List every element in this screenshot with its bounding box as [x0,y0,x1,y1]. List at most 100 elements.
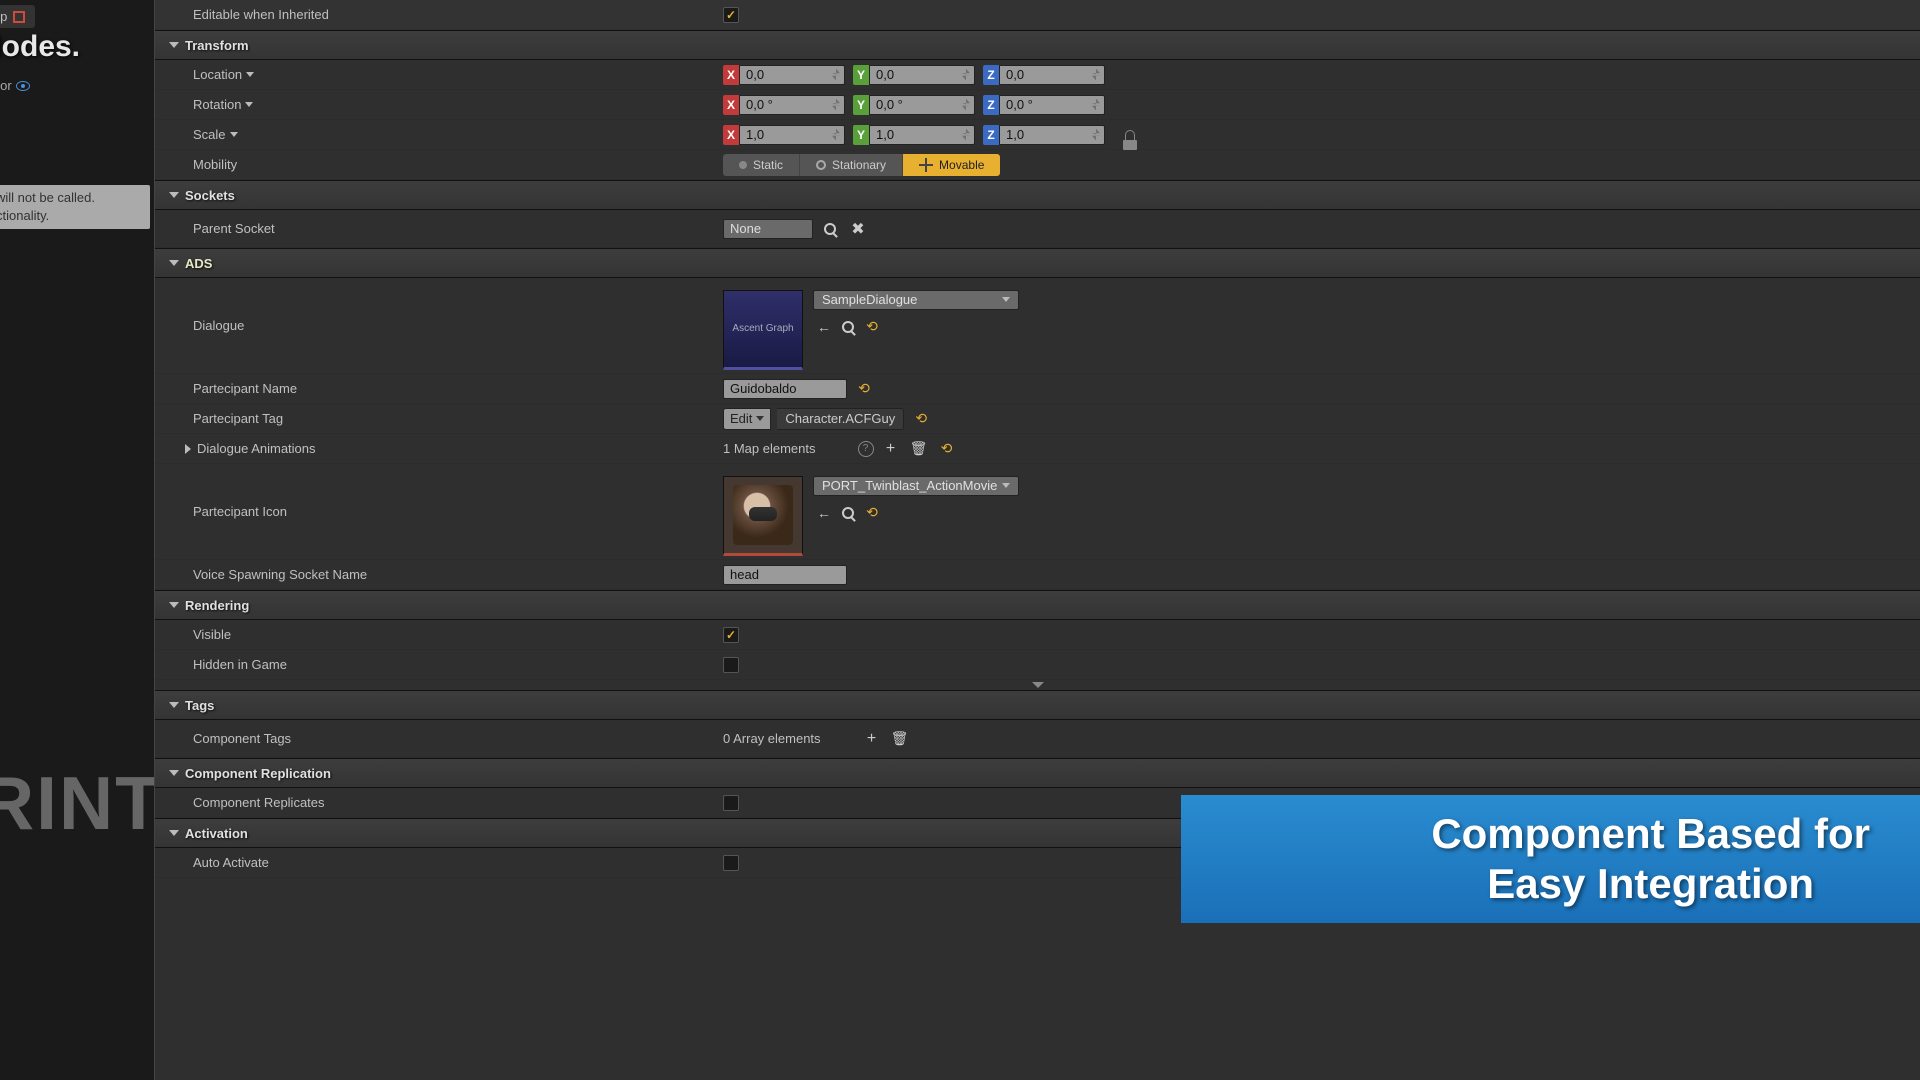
hidden-in-game-checkbox[interactable] [723,657,739,673]
section-rendering[interactable]: Rendering [155,590,1920,620]
section-sockets-label: Sockets [185,188,235,203]
section-transform-label: Transform [185,38,249,53]
dropdown-icon[interactable] [246,72,254,77]
chevron-down-icon [169,260,179,266]
reset-button[interactable]: ⟲ [861,502,883,524]
map-elements-count: 1 Map elements [723,441,816,456]
dropdown-icon[interactable] [230,132,238,137]
browse-back-button[interactable]: ← [813,502,835,524]
section-sockets[interactable]: Sockets [155,180,1920,210]
location-y[interactable]: Y0,0 [853,65,975,85]
search-icon [842,321,854,333]
lock-icon[interactable] [1125,130,1135,140]
add-tag-button[interactable]: + [861,728,883,750]
rotation-label: Rotation [193,97,241,112]
delete-tag-button[interactable]: 🗑 [889,728,911,750]
section-component-replication[interactable]: Component Replication [155,758,1920,788]
partecipant-tag-label: Partecipant Tag [155,411,715,426]
dialogue-thumbnail[interactable]: Ascent Graph [723,290,803,370]
mobility-label: Mobility [155,157,715,172]
edit-tag-button[interactable]: Edit [723,408,771,430]
chevron-down-icon [1032,682,1044,688]
help-icon[interactable]: ? [858,441,874,457]
parent-socket-label: Parent Socket [155,221,715,236]
partecipant-name-label: Partecipant Name [155,381,715,396]
browse-back-button[interactable]: ← [813,316,835,338]
expand-advanced-button[interactable] [155,680,1920,690]
section-ads-label: ADS [185,256,212,271]
section-ads[interactable]: ADS [155,248,1920,278]
banner-line1: Component Based for [1431,809,1870,859]
search-button[interactable] [819,218,841,240]
editable-inherited-checkbox[interactable] [723,7,739,23]
rotation-x[interactable]: X0,0 ° [723,95,845,115]
component-replicates-label: Component Replicates [155,795,715,810]
search-icon [824,223,836,235]
partecipant-name-field[interactable]: Guidobaldo [723,379,847,399]
mobility-static[interactable]: Static [723,154,799,176]
hidden-in-game-label: Hidden in Game [155,657,715,672]
scale-y[interactable]: Y1,0 [853,125,975,145]
section-replication-label: Component Replication [185,766,331,781]
panel-title-nodes: Nodes. [0,30,80,64]
marketing-banner: Component Based for Easy Integration [1181,795,1920,923]
search-asset-button[interactable] [837,316,859,338]
chevron-down-icon [169,830,179,836]
close-icon[interactable] [13,11,25,23]
partecipant-icon-thumbnail[interactable] [723,476,803,556]
chevron-down-icon [169,770,179,776]
dialogue-animations-label: Dialogue Animations [197,441,316,456]
note-line2: ctionality. [0,208,49,223]
section-rendering-label: Rendering [185,598,249,613]
reset-button[interactable]: ⟲ [861,316,883,338]
partecipant-icon-dropdown[interactable]: PORT_Twinblast_ActionMovie [813,476,1019,496]
mobility-toggle: Static Stationary Movable [723,154,1000,176]
reset-button[interactable]: ⟲ [853,378,875,400]
visible-checkbox[interactable] [723,627,739,643]
editable-inherited-label: Editable when Inherited [155,7,715,22]
clear-button[interactable]: ✖ [847,218,869,240]
eye-icon[interactable] [16,81,30,91]
tab-partial[interactable]: lap [0,5,35,28]
partecipant-icon-label: Partecipant Icon [155,504,715,519]
delete-element-button[interactable]: 🗑 [908,438,930,460]
location-z[interactable]: Z0,0 [983,65,1105,85]
reset-button[interactable]: ⟲ [910,408,932,430]
left-panel: lap Nodes. ctor will not be called. ctio… [0,0,155,1080]
mobility-stationary[interactable]: Stationary [799,154,902,176]
scale-x[interactable]: X1,0 [723,125,845,145]
dialogue-asset-dropdown[interactable]: SampleDialogue [813,290,1019,310]
voice-socket-label: Voice Spawning Socket Name [155,567,715,582]
note-box: will not be called. ctionality. [0,185,150,229]
auto-activate-checkbox[interactable] [723,855,739,871]
section-transform[interactable]: Transform [155,30,1920,60]
search-asset-button[interactable] [837,502,859,524]
chevron-down-icon [169,602,179,608]
auto-activate-label: Auto Activate [155,855,715,870]
rotation-y[interactable]: Y0,0 ° [853,95,975,115]
location-x[interactable]: X0,0 [723,65,845,85]
visible-label: Visible [155,627,715,642]
section-activation-label: Activation [185,826,248,841]
parent-socket-field[interactable]: None [723,219,813,239]
component-replicates-checkbox[interactable] [723,795,739,811]
dropdown-icon[interactable] [245,102,253,107]
ctor-label-row: ctor [0,78,30,93]
chevron-right-icon[interactable] [185,444,191,454]
scale-z[interactable]: Z1,0 [983,125,1105,145]
ctor-label: ctor [0,78,12,93]
note-line1: will not be called. [0,190,95,205]
voice-socket-field[interactable]: head [723,565,847,585]
scale-label: Scale [193,127,226,142]
search-icon [842,507,854,519]
rotation-z[interactable]: Z0,0 ° [983,95,1105,115]
banner-line2: Easy Integration [1431,859,1870,909]
mobility-movable[interactable]: Movable [902,154,1000,176]
chevron-down-icon [169,192,179,198]
chevron-down-icon [169,702,179,708]
location-label: Location [193,67,242,82]
add-element-button[interactable]: + [880,438,902,460]
section-tags[interactable]: Tags [155,690,1920,720]
component-tags-label: Component Tags [155,731,715,746]
reset-button[interactable]: ⟲ [936,438,958,460]
